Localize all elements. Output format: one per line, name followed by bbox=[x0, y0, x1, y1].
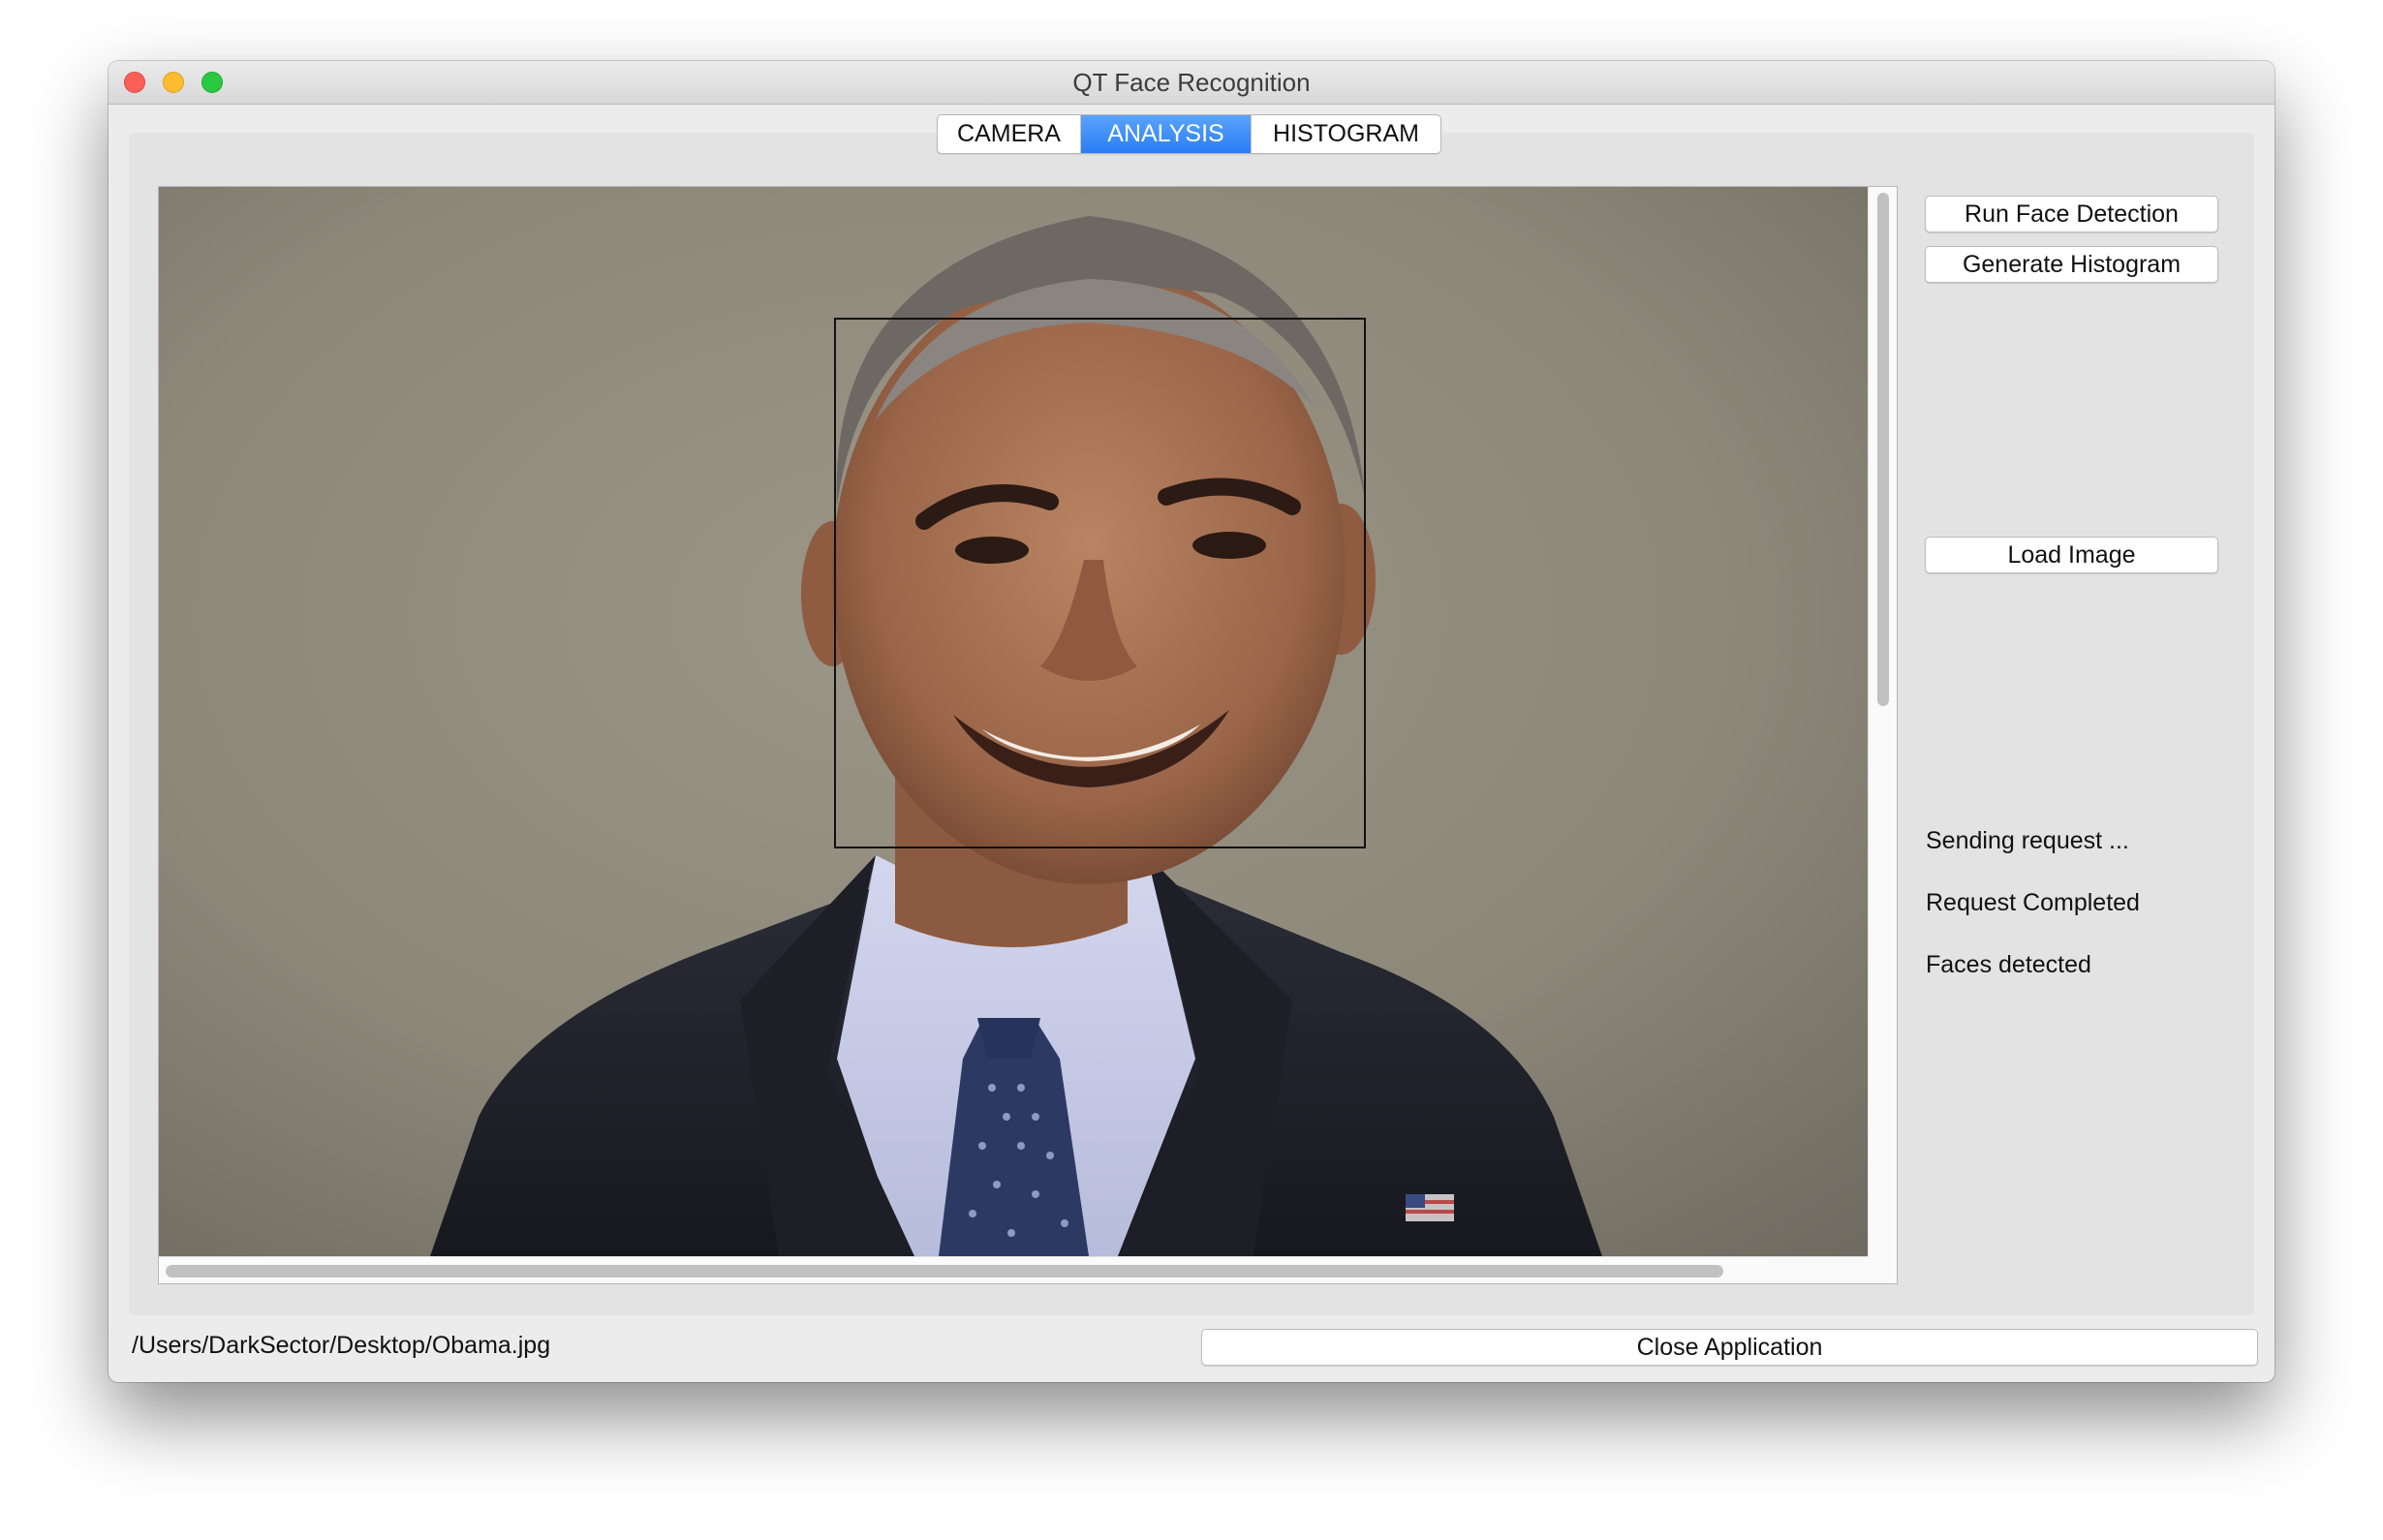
run-face-detection-button[interactable]: Run Face Detection bbox=[1925, 196, 2218, 232]
tab-analysis[interactable]: ANALYSIS bbox=[1081, 115, 1251, 153]
close-window-button[interactable] bbox=[124, 72, 145, 93]
vertical-scroll-thumb[interactable] bbox=[1877, 193, 1889, 706]
file-path-label: /Users/DarkSector/Desktop/Obama.jpg bbox=[132, 1332, 551, 1359]
status-request-completed: Request Completed bbox=[1926, 889, 2140, 916]
horizontal-scroll-thumb[interactable] bbox=[166, 1265, 1723, 1278]
face-detection-box bbox=[834, 318, 1366, 848]
tab-bar: CAMERA ANALYSIS HISTOGRAM bbox=[937, 114, 1441, 154]
close-application-button[interactable]: Close Application bbox=[1201, 1329, 2258, 1366]
tab-camera[interactable]: CAMERA bbox=[938, 115, 1081, 153]
title-bar[interactable]: QT Face Recognition bbox=[108, 61, 2275, 105]
app-window: QT Face Recognition CAMERA ANALYSIS HIST… bbox=[108, 61, 2275, 1382]
scroll-corner bbox=[1868, 1256, 1897, 1283]
portrait-image bbox=[159, 187, 1868, 1256]
status-sending-request: Sending request ... bbox=[1926, 827, 2129, 854]
vertical-scrollbar[interactable] bbox=[1868, 187, 1897, 1256]
image-scroll-area[interactable] bbox=[158, 186, 1898, 1284]
window-title: QT Face Recognition bbox=[1072, 68, 1311, 97]
minimize-window-button[interactable] bbox=[163, 72, 184, 93]
load-image-button[interactable]: Load Image bbox=[1925, 537, 2218, 573]
status-faces-detected: Faces detected bbox=[1926, 951, 2091, 978]
maximize-window-button[interactable] bbox=[201, 72, 223, 93]
horizontal-scrollbar[interactable] bbox=[159, 1256, 1868, 1283]
tab-histogram[interactable]: HISTOGRAM bbox=[1251, 115, 1440, 153]
generate-histogram-button[interactable]: Generate Histogram bbox=[1925, 246, 2218, 283]
